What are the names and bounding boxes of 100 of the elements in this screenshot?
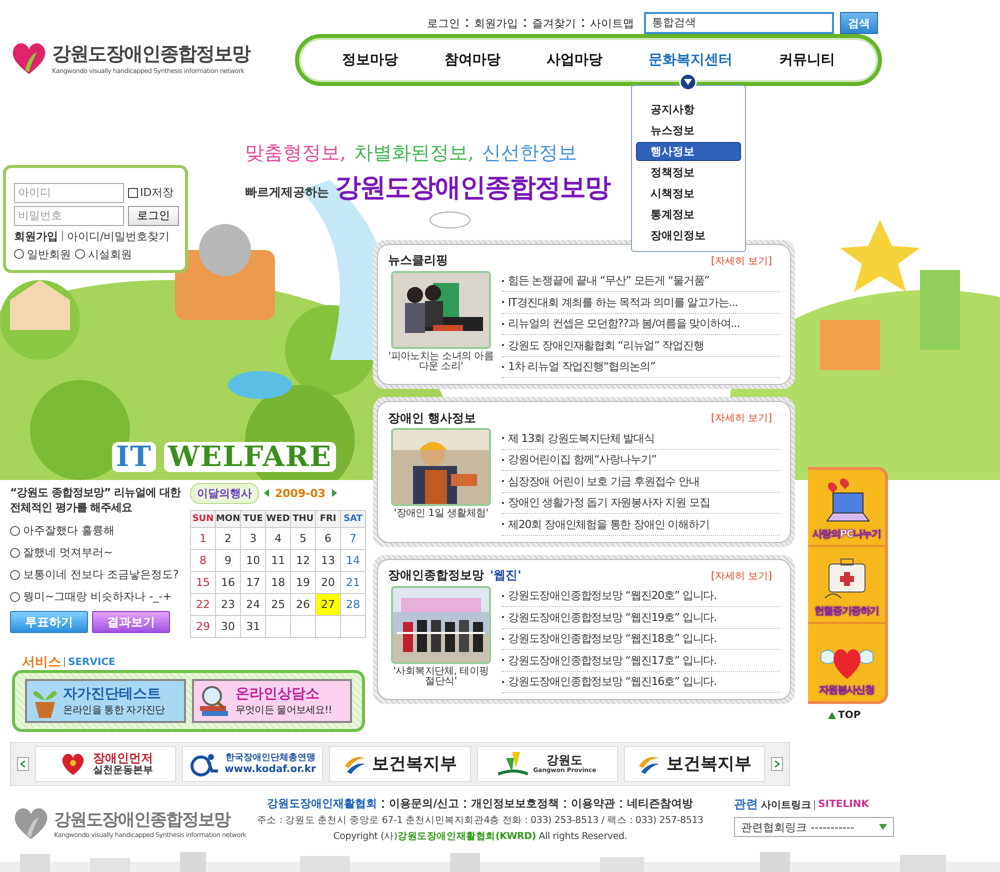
- news-item[interactable]: 강원도장애인종합정보망 “웹진18호” 입니다.: [502, 628, 780, 650]
- day-cell[interactable]: 5: [291, 528, 316, 550]
- day-cell[interactable]: 19: [291, 572, 316, 594]
- day-cell[interactable]: 21: [341, 572, 366, 594]
- partner-logo[interactable]: 보건복지부: [329, 746, 471, 782]
- day-cell[interactable]: 16: [216, 572, 242, 594]
- service-description: 무엇이든 물어보세요!!: [236, 704, 332, 718]
- weekday-cell: MON: [216, 511, 242, 528]
- news-item[interactable]: 장애인 생활가정 돕기 자원봉사자 지원 모집: [502, 492, 780, 514]
- day-cell[interactable]: 2: [216, 528, 242, 550]
- day-cell[interactable]: 18: [266, 572, 292, 594]
- day-cell[interactable]: 14: [341, 550, 366, 572]
- footer-link[interactable]: 네티즌참여방: [627, 796, 694, 812]
- day-cell[interactable]: 3: [241, 528, 266, 550]
- poll-question: “강원도 종합정보망” 리뉴얼에 대한 전체적인 평가를 해주세요: [10, 486, 182, 516]
- day-cell[interactable]: 20: [316, 572, 342, 594]
- top-link[interactable]: 즐겨찾기: [532, 16, 576, 30]
- day-cell[interactable]: 8: [191, 550, 216, 572]
- news-item[interactable]: 강원도장애인종합정보망 “웹진20호” 입니다.: [502, 586, 780, 608]
- footer-link[interactable]: 개인정보보호정책: [471, 796, 560, 812]
- organization-link[interactable]: 강원도장애인재활협회: [267, 796, 378, 812]
- day-cell[interactable]: 11: [266, 550, 292, 572]
- service-title: 온라인상담소: [236, 685, 320, 704]
- news-item[interactable]: 강원도장애인종합정보망 “웹진16호” 입니다.: [502, 672, 780, 694]
- photo-caption: '장애인 1일 생활체험': [394, 509, 488, 520]
- day-cell[interactable]: 27: [316, 594, 342, 616]
- site-link-label-en: SITELINK: [818, 799, 869, 810]
- top-link[interactable]: TOP: [828, 710, 861, 721]
- day-cell[interactable]: 22: [191, 594, 216, 616]
- day-cell[interactable]: 9: [216, 550, 242, 572]
- related-title: 관련: [734, 796, 758, 814]
- heart-logo-icon: [10, 40, 48, 76]
- day-cell[interactable]: 10: [241, 550, 266, 572]
- heart-logo-icon: [12, 805, 50, 842]
- poll-option[interactable]: 보통이네 전보다 조금낳은정도?: [10, 567, 182, 582]
- side-menu-item[interactable]: 사랑의PC나누기: [808, 470, 885, 547]
- site-title: 강원도장애인종합정보망: [52, 42, 250, 67]
- chevron-right-icon: [774, 760, 780, 768]
- day-cell[interactable]: 23: [216, 594, 242, 616]
- side-menu-item[interactable]: 헌혈증기증하기: [808, 546, 885, 624]
- caret-icon: [879, 824, 888, 830]
- service-subtitle: SERVICE: [68, 656, 116, 668]
- day-cell[interactable]: 1: [191, 528, 216, 550]
- address-text: 주소 : 강원도 춘천시 중앙로 67-1 춘천시민복지회관4층 전화 : 033) 253-8513 / 팩스 : 033) 257-8513: [256, 814, 704, 828]
- day-cell[interactable]: 6: [316, 528, 342, 550]
- nav-item[interactable]: 정보마당: [342, 51, 398, 69]
- news-item[interactable]: 제20회 장애인체험을 통한 장애인 이해하기: [502, 514, 780, 536]
- footer-link[interactable]: 이용약관: [571, 796, 616, 812]
- scroll-right-button[interactable]: [771, 757, 784, 772]
- day-cell[interactable]: 17: [241, 572, 266, 594]
- day-cell[interactable]: 24: [241, 594, 266, 616]
- copyright-text: Copyright (사)강원도장애인재활협회(KWRD) All rights Reserved.: [333, 830, 628, 844]
- day-cell[interactable]: 4: [266, 528, 292, 550]
- day-cell[interactable]: 28: [341, 594, 366, 616]
- partner-logo[interactable]: 한국장애인단체총연맹 www.kodaf.or.kr: [182, 746, 324, 782]
- more-link[interactable]: [자세히 보기]: [711, 568, 772, 583]
- up-triangle-icon: [828, 712, 836, 719]
- poll-option[interactable]: 아주잘했다 훌륭해: [10, 523, 182, 538]
- service-banner[interactable]: 온라인상담소 무엇이든 물어보세요!!: [192, 679, 352, 724]
- weekday-cell: WED: [266, 511, 292, 528]
- news-item[interactable]: 강원도장애인종합정보망 “웹진17호” 입니다.: [502, 650, 780, 672]
- service-title: 서비스: [22, 654, 61, 672]
- day-cell[interactable]: 7: [341, 528, 366, 550]
- chevron-left-icon: [20, 760, 26, 768]
- day-cell[interactable]: 31: [241, 616, 266, 638]
- photo-caption: '사회복지단체, 테이핑 절단식': [392, 666, 490, 688]
- previous-month-button[interactable]: [263, 488, 271, 498]
- footer-link[interactable]: 이용문의/신고: [389, 796, 460, 812]
- day-cell[interactable]: 29: [191, 616, 216, 638]
- day-cell[interactable]: 15: [191, 572, 216, 594]
- day-cell[interactable]: 30: [216, 616, 242, 638]
- panel-title-suffix: '웹진': [490, 567, 522, 584]
- scroll-left-button[interactable]: [17, 757, 29, 772]
- partner-logo[interactable]: 보건복지부: [624, 746, 766, 782]
- weekday-cell: THU: [291, 511, 316, 528]
- weekday-cell: SAT: [341, 511, 366, 528]
- service-banner[interactable]: 자가진단테스트 온라인을 통한 자가진단: [25, 679, 186, 724]
- next-month-button[interactable]: [330, 488, 338, 498]
- day-cell[interactable]: 25: [266, 594, 292, 616]
- side-menu-item[interactable]: 자원봉사신청: [808, 624, 885, 701]
- related-sites-select[interactable]: 관련협회링크 -----------: [734, 817, 894, 838]
- poll-option[interactable]: 뭥미~그때랑 비슷하자나 -_-+: [10, 589, 182, 604]
- calendar-title: 이달의행사: [190, 482, 259, 504]
- nav-item[interactable]: 커뮤니티: [778, 51, 835, 69]
- top-link[interactable]: 로그인: [427, 16, 460, 30]
- top-link[interactable]: 회원가입: [474, 16, 518, 30]
- service-title: 자가진단테스트: [63, 685, 162, 704]
- day-cell[interactable]: 12: [291, 550, 316, 572]
- top-link[interactable]: 사이트맵: [590, 16, 634, 30]
- nav-item[interactable]: 참여마당: [444, 51, 500, 69]
- mountain-icon: [498, 750, 528, 778]
- weekday-cell: SUN: [191, 511, 216, 528]
- search-field[interactable]: 통합검색: [644, 12, 834, 34]
- partner-logo[interactable]: 장애인먼저 실천운동본부: [35, 746, 176, 782]
- day-cell[interactable]: 26: [291, 594, 316, 616]
- nav-item[interactable]: 사업마당: [546, 51, 602, 69]
- day-cell[interactable]: 13: [316, 550, 342, 572]
- poll-option[interactable]: 잘했네 멋져부러~: [10, 545, 182, 560]
- panel-title: 장애인종합정보망: [388, 567, 484, 584]
- news-item[interactable]: 강원도장애인종합정보망 “웹진19호” 입니다.: [502, 607, 780, 629]
